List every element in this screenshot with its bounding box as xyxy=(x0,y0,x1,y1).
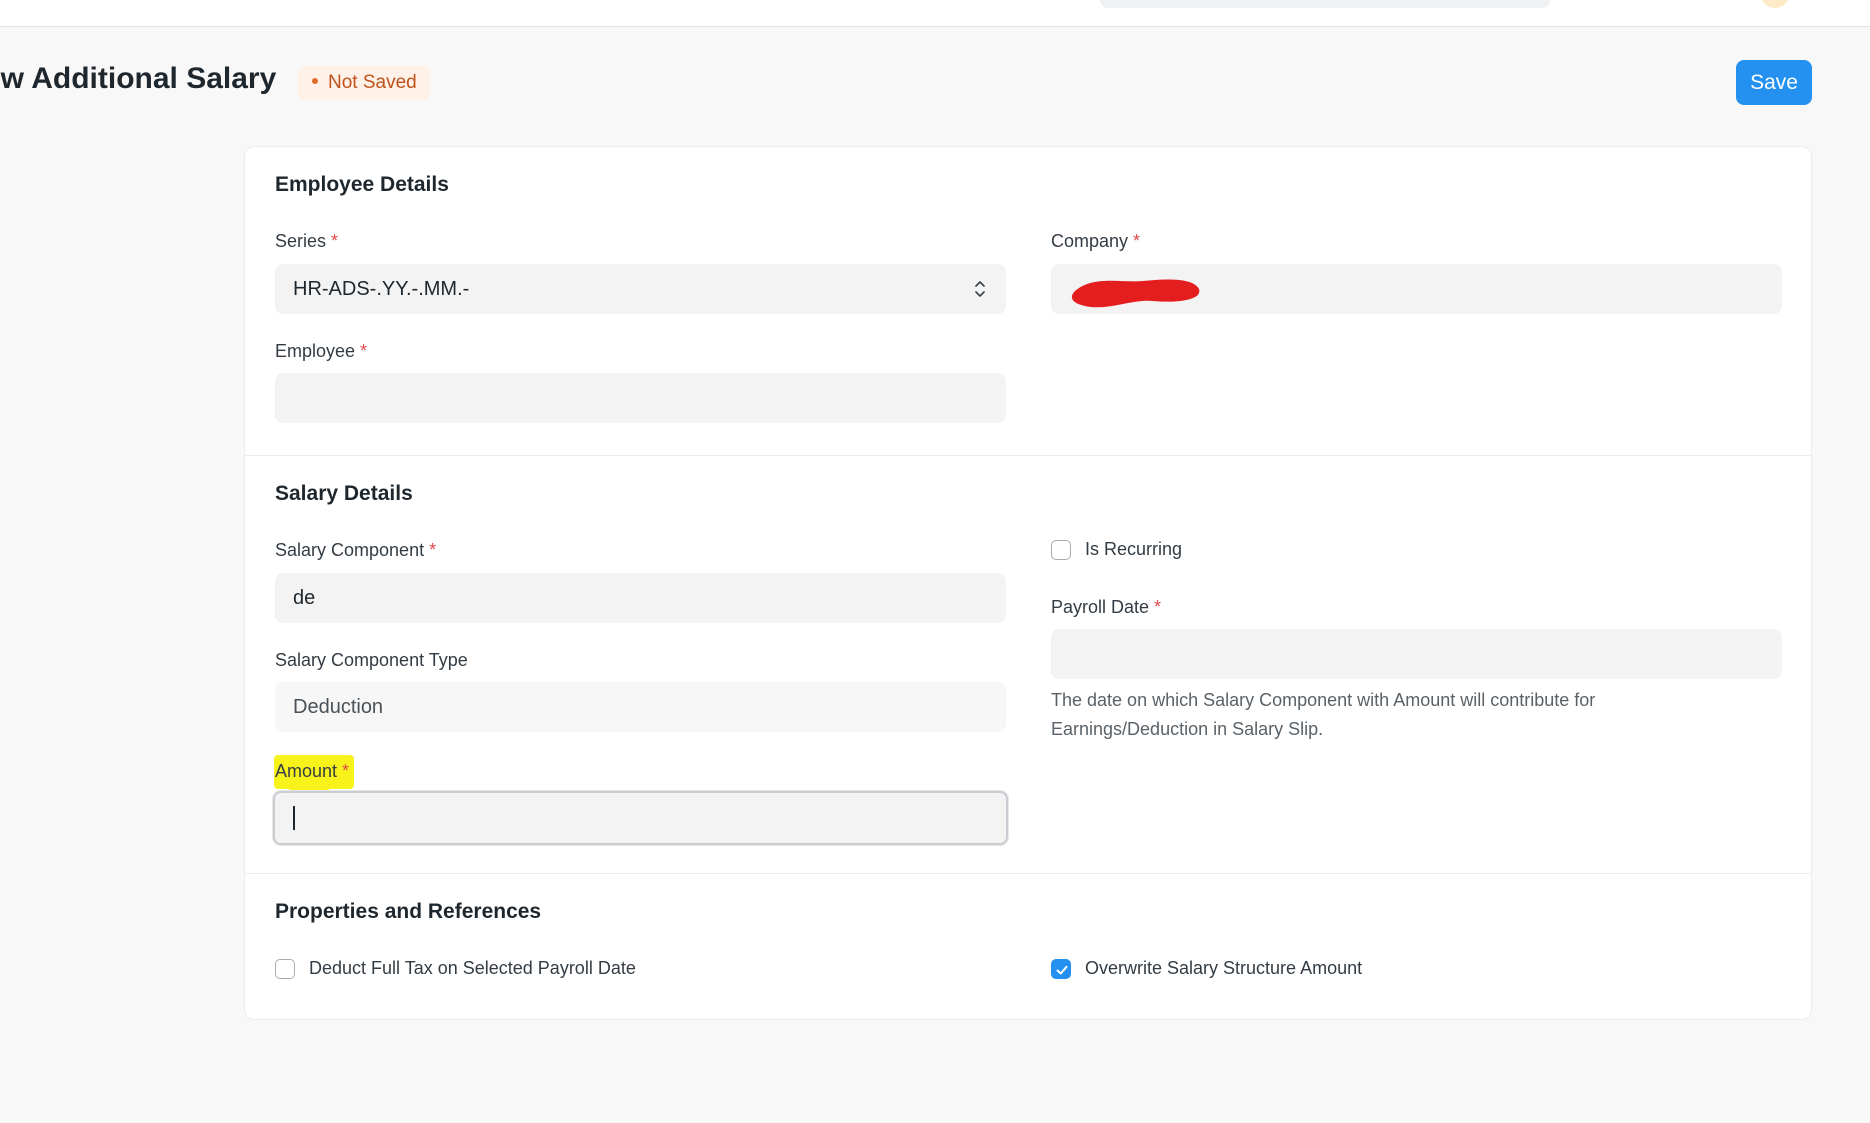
payroll-date-label: Payroll Date * xyxy=(1051,597,1162,617)
select-arrows-icon xyxy=(975,281,985,297)
salary-component-field[interactable]: de xyxy=(275,573,1006,623)
series-value: HR-ADS-.YY.-.MM.- xyxy=(293,278,470,300)
amount-label: Amount * xyxy=(275,761,350,781)
required-marker: * xyxy=(342,761,350,781)
company-label: Company * xyxy=(1051,231,1141,251)
overwrite-salary-structure-label: Overwrite Salary Structure Amount xyxy=(1085,958,1363,978)
payroll-date-field[interactable] xyxy=(1051,629,1782,679)
form-card: Employee Details Series * HR-ADS-.YY.-.MM… xyxy=(244,146,1812,1020)
section-divider xyxy=(245,873,1811,874)
text-cursor xyxy=(293,806,295,830)
company-field[interactable] xyxy=(1051,264,1782,314)
is-recurring-checkbox[interactable] xyxy=(1051,540,1071,560)
payroll-date-help-line: The date on which Salary Component with … xyxy=(1051,690,1596,710)
employee-field[interactable] xyxy=(275,373,1006,423)
page-title: ew Additional Salary xyxy=(0,62,277,95)
page-header: ew Additional Salary Not Saved Save xyxy=(0,58,1870,108)
required-marker: * xyxy=(331,231,339,251)
salary-component-type-field: Deduction xyxy=(275,682,1006,732)
section-title-properties: Properties and References xyxy=(275,900,542,923)
section-title-salary-details: Salary Details xyxy=(275,482,413,505)
employee-label: Employee * xyxy=(275,341,368,361)
save-button[interactable]: Save xyxy=(1736,60,1812,105)
series-select[interactable]: HR-ADS-.YY.-.MM.- xyxy=(275,264,1006,314)
salary-component-type-value: Deduction xyxy=(293,696,384,718)
check-icon xyxy=(1056,965,1068,975)
payroll-date-help-line: Earnings/Deduction in Salary Slip. xyxy=(1051,719,1324,739)
deduct-full-tax-checkbox[interactable] xyxy=(275,959,295,979)
status-badge: Not Saved xyxy=(298,66,431,100)
salary-component-label: Salary Component * xyxy=(275,540,437,560)
overwrite-salary-structure-checkbox[interactable] xyxy=(1051,959,1071,979)
salary-component-type-label: Salary Component Type xyxy=(275,650,468,670)
status-text: Not Saved xyxy=(328,72,417,93)
salary-component-value: de xyxy=(293,587,316,609)
deduct-full-tax-label: Deduct Full Tax on Selected Payroll Date xyxy=(309,958,636,978)
required-marker: * xyxy=(429,540,437,560)
required-marker: * xyxy=(1154,597,1162,617)
section-title-employee-details: Employee Details xyxy=(275,173,449,196)
top-navbar xyxy=(0,0,1870,27)
is-recurring-label: Is Recurring xyxy=(1085,539,1183,559)
section-divider xyxy=(245,455,1811,456)
series-label: Series * xyxy=(275,231,339,251)
avatar[interactable] xyxy=(1760,0,1790,8)
required-marker: * xyxy=(360,341,368,361)
redaction-scribble xyxy=(1071,279,1200,308)
required-marker: * xyxy=(1133,231,1141,251)
payroll-date-help: The date on which Salary Component with … xyxy=(1051,686,1691,744)
status-dot-icon xyxy=(312,77,318,84)
navbar-search-bar[interactable] xyxy=(1100,0,1550,8)
amount-input[interactable] xyxy=(273,791,1008,845)
